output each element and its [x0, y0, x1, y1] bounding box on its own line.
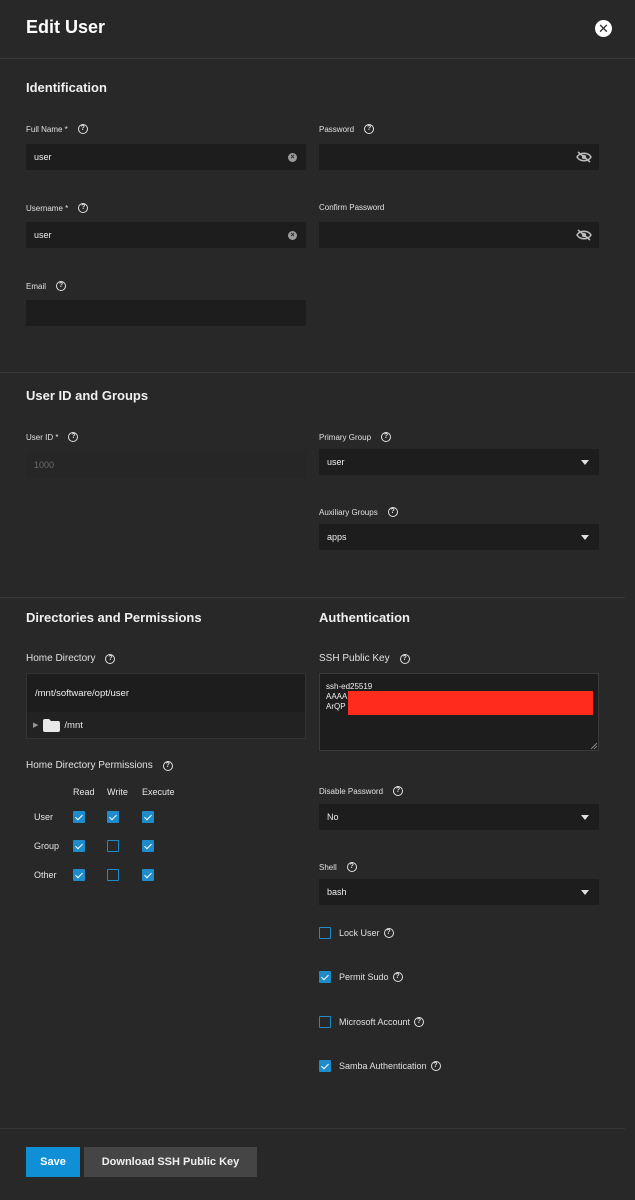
- help-icon[interactable]: ?: [383, 928, 394, 938]
- section-title-authentication: Authentication: [319, 610, 410, 625]
- perm-col-read: Read: [73, 787, 95, 797]
- password-input[interactable]: [319, 144, 599, 170]
- help-icon[interactable]: ?: [77, 124, 88, 134]
- user-execute-checkbox[interactable]: [142, 811, 154, 823]
- help-icon[interactable]: ?: [393, 786, 404, 796]
- help-icon[interactable]: ?: [105, 653, 116, 664]
- eye-off-icon[interactable]: [576, 151, 592, 163]
- user-id-label: User ID *?: [26, 432, 79, 442]
- ssh-key-textarea[interactable]: ssh-ed25519 AAAA ArQP: [319, 673, 599, 751]
- chevron-down-icon: [581, 460, 589, 465]
- help-icon[interactable]: ?: [399, 653, 410, 664]
- group-read-checkbox[interactable]: [73, 840, 85, 852]
- group-write-checkbox[interactable]: [107, 840, 119, 852]
- section-title-directories: Directories and Permissions: [26, 610, 202, 625]
- other-write-checkbox[interactable]: [107, 869, 119, 881]
- confirm-password-label: Confirm Password: [319, 203, 385, 212]
- permit-sudo-label: Permit Sudo?: [339, 972, 403, 982]
- help-icon[interactable]: ?: [392, 972, 403, 982]
- disable-password-select[interactable]: No: [319, 804, 599, 830]
- ssh-key-label: SSH Public Key?: [319, 653, 410, 664]
- close-icon[interactable]: ✕: [595, 20, 612, 37]
- download-ssh-key-button[interactable]: Download SSH Public Key: [84, 1147, 257, 1177]
- home-directory-input[interactable]: /mnt/software/opt/user: [27, 674, 305, 712]
- chevron-down-icon: [581, 890, 589, 895]
- perm-col-execute: Execute: [142, 787, 175, 797]
- folder-icon: [43, 718, 61, 732]
- user-write-checkbox[interactable]: [107, 811, 119, 823]
- full-name-label: Full Name *?: [26, 124, 88, 134]
- perm-row-other: Other: [34, 870, 57, 880]
- permit-sudo-checkbox[interactable]: [319, 971, 331, 983]
- home-permissions-label: Home Directory Permissions?: [26, 760, 173, 771]
- help-icon[interactable]: ?: [414, 1017, 425, 1027]
- save-button[interactable]: Save: [26, 1147, 80, 1177]
- section-divider: [0, 597, 625, 598]
- auxiliary-groups-select[interactable]: apps: [319, 524, 599, 550]
- tree-item-mnt[interactable]: ▶ /mnt: [27, 712, 305, 738]
- shell-label: Shell?: [319, 862, 357, 872]
- primary-group-label: Primary Group?: [319, 432, 392, 442]
- other-execute-checkbox[interactable]: [142, 869, 154, 881]
- chevron-down-icon: [581, 815, 589, 820]
- primary-group-select[interactable]: user: [319, 449, 599, 475]
- full-name-input[interactable]: user ×: [26, 144, 306, 170]
- home-directory-explorer[interactable]: /mnt/software/opt/user ▶ /mnt: [26, 673, 306, 739]
- user-id-input: 1000: [26, 452, 306, 478]
- samba-auth-checkbox[interactable]: [319, 1060, 331, 1072]
- microsoft-account-checkbox[interactable]: [319, 1016, 331, 1028]
- resize-handle-icon[interactable]: [590, 742, 597, 749]
- help-icon[interactable]: ?: [56, 281, 67, 291]
- redaction-box: [348, 691, 593, 715]
- lock-user-label: Lock User?: [339, 928, 394, 938]
- shell-select[interactable]: bash: [319, 879, 599, 905]
- user-read-checkbox[interactable]: [73, 811, 85, 823]
- username-label: Username *?: [26, 203, 89, 213]
- help-icon[interactable]: ?: [387, 507, 398, 517]
- auxiliary-groups-label: Auxiliary Groups?: [319, 507, 398, 517]
- help-icon[interactable]: ?: [364, 124, 375, 134]
- section-title-identification: Identification: [26, 80, 107, 95]
- lock-user-checkbox[interactable]: [319, 927, 331, 939]
- perm-row-group: Group: [34, 841, 60, 851]
- confirm-password-input[interactable]: [319, 222, 599, 248]
- chevron-down-icon: [581, 535, 589, 540]
- samba-auth-label: Samba Authentication?: [339, 1061, 441, 1071]
- email-label: Email?: [26, 281, 67, 291]
- disable-password-label: Disable Password?: [319, 786, 404, 796]
- help-icon[interactable]: ?: [381, 432, 392, 442]
- clear-icon[interactable]: ×: [288, 153, 297, 162]
- password-label: Password?: [319, 124, 375, 134]
- section-title-user-id-groups: User ID and Groups: [26, 388, 149, 403]
- group-execute-checkbox[interactable]: [142, 840, 154, 852]
- caret-right-icon[interactable]: ▶: [33, 721, 38, 729]
- tree-item-label: /mnt: [64, 719, 83, 731]
- help-icon[interactable]: ?: [162, 760, 173, 771]
- perm-row-user: User: [34, 812, 54, 822]
- header-divider: [0, 58, 635, 59]
- clear-icon[interactable]: ×: [288, 231, 297, 240]
- microsoft-account-label: Microsoft Account?: [339, 1017, 425, 1027]
- help-icon[interactable]: ?: [68, 432, 79, 442]
- help-icon[interactable]: ?: [346, 862, 357, 872]
- page-title: Edit User: [26, 17, 106, 37]
- perm-col-write: Write: [107, 787, 128, 797]
- help-icon[interactable]: ?: [430, 1061, 441, 1071]
- help-icon[interactable]: ?: [78, 203, 89, 213]
- section-divider: [0, 372, 635, 373]
- home-directory-label: Home Directory?: [26, 653, 116, 664]
- footer-divider: [0, 1128, 625, 1129]
- other-read-checkbox[interactable]: [73, 869, 85, 881]
- email-input[interactable]: [26, 300, 306, 326]
- eye-off-icon[interactable]: [576, 229, 592, 241]
- username-input[interactable]: user ×: [26, 222, 306, 248]
